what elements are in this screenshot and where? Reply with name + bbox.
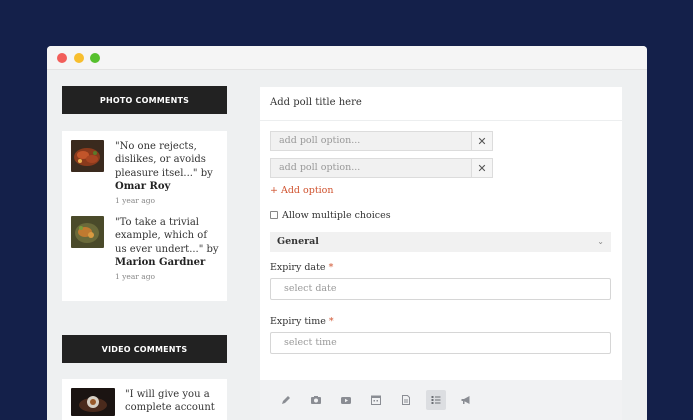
video-icon (341, 397, 351, 404)
required-marker: * (328, 262, 334, 273)
comment-text[interactable]: "I will give you a complete account (125, 388, 215, 415)
food-photo-thumbnail[interactable] (71, 140, 104, 172)
category-value: General (277, 236, 319, 247)
document-icon (402, 395, 410, 405)
camera-icon (311, 396, 321, 404)
post-type-toolbar (260, 380, 622, 420)
comment-item[interactable]: "No one rejects, dislikes, or avoids ple… (71, 140, 221, 210)
remove-option-button[interactable]: ✕ (471, 132, 492, 150)
allow-multiple-checkbox[interactable] (270, 211, 278, 219)
required-marker: * (328, 316, 334, 327)
poll-option-field: add poll option... ✕ (270, 131, 493, 151)
expiry-date-label: Expiry date * (270, 262, 333, 273)
pencil-icon (282, 396, 290, 404)
pencil-button[interactable] (276, 390, 296, 410)
chevron-down-icon: ⌄ (597, 237, 604, 246)
close-icon: ✕ (477, 134, 487, 148)
poll-button[interactable] (426, 390, 446, 410)
poll-title-input[interactable]: Add poll title here (270, 97, 362, 108)
poll-option-input[interactable]: add poll option... (271, 132, 471, 150)
comment-time: 1 year ago (115, 196, 156, 205)
close-icon: ✕ (477, 161, 487, 175)
allow-multiple-label[interactable]: Allow multiple choices (282, 210, 391, 221)
expiry-time-label: Expiry time * (270, 316, 334, 327)
browser-window: PHOTO COMMENTS "No one rejects, dislikes… (47, 46, 647, 420)
divider (260, 120, 622, 121)
expiry-date-input[interactable]: select date (270, 278, 611, 300)
comment-item[interactable]: "I will give you a complete account (71, 388, 221, 420)
poll-editor-panel: Add poll title here add poll option... ✕… (260, 87, 622, 380)
comment-text[interactable]: "No one rejects, dislikes, or avoids ple… (115, 140, 219, 180)
minimize-window-button[interactable] (74, 53, 84, 63)
video-button[interactable] (336, 390, 356, 410)
comment-text[interactable]: "To take a trivial example, which of us … (115, 216, 219, 256)
video-comments-widget: "I will give you a complete account (62, 379, 227, 420)
photo-button[interactable] (306, 390, 326, 410)
poll-option-input[interactable]: add poll option... (271, 159, 471, 177)
expiry-time-label-text: Expiry time (270, 316, 326, 327)
food-photo-thumbnail[interactable] (71, 216, 104, 248)
photo-comments-widget: "No one rejects, dislikes, or avoids ple… (62, 131, 227, 301)
comment-author[interactable]: Marion Gardner (115, 257, 205, 268)
window-titlebar (47, 46, 647, 70)
file-button[interactable] (396, 390, 416, 410)
expiry-time-input[interactable]: select time (270, 332, 611, 354)
maximize-window-button[interactable] (90, 53, 100, 63)
megaphone-icon (461, 396, 470, 404)
comment-item[interactable]: "To take a trivial example, which of us … (71, 216, 221, 286)
remove-option-button[interactable]: ✕ (471, 159, 492, 177)
poll-option-field: add poll option... ✕ (270, 158, 493, 178)
add-option-link[interactable]: + Add option (270, 185, 334, 196)
calendar-icon (371, 395, 381, 405)
comment-time: 1 year ago (115, 272, 156, 281)
allow-multiple-row: Allow multiple choices (270, 209, 391, 221)
video-comments-heading: VIDEO COMMENTS (62, 335, 227, 363)
expiry-date-label-text: Expiry date (270, 262, 326, 273)
announcement-button[interactable] (456, 390, 476, 410)
event-button[interactable] (366, 390, 386, 410)
close-window-button[interactable] (57, 53, 67, 63)
comment-author[interactable]: Omar Roy (115, 181, 170, 192)
list-icon (431, 396, 441, 404)
photo-comments-heading: PHOTO COMMENTS (62, 86, 227, 114)
category-select[interactable]: General ⌄ (270, 232, 611, 252)
video-thumbnail[interactable] (71, 388, 115, 416)
